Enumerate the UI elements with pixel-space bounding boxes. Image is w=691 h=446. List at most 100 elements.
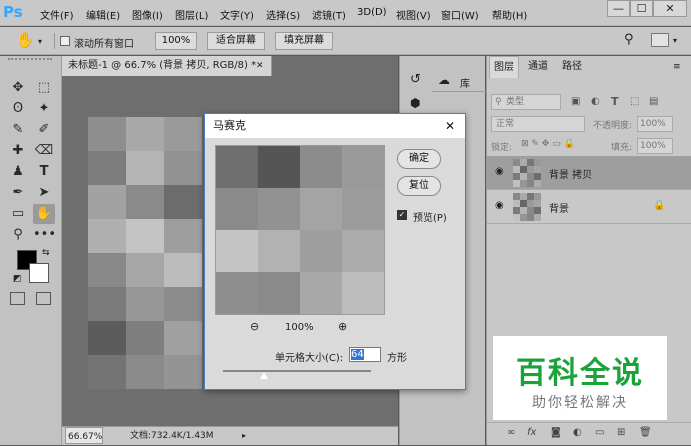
fill-screen-button[interactable]: 填充屏幕 <box>275 32 333 50</box>
pen-tool-icon[interactable]: ✒ <box>7 183 29 203</box>
eye-icon[interactable]: ◉ <box>495 166 504 177</box>
hand-tool-icon[interactable]: ✋ <box>16 31 35 49</box>
quick-mask-icon[interactable] <box>10 292 25 305</box>
cell-size-slider-track[interactable] <box>223 370 371 372</box>
thumbnail-block <box>527 166 534 173</box>
new-group-icon[interactable]: ▭ <box>595 427 604 438</box>
tab-channels[interactable]: 通道 <box>523 56 553 78</box>
thumbnail-block <box>513 207 520 214</box>
screen-mode-icon[interactable] <box>36 292 51 305</box>
mosaic-block <box>126 287 164 321</box>
cell-size-slider-thumb[interactable] <box>260 372 268 379</box>
rectangle-tool-icon[interactable]: ▭ <box>7 204 29 224</box>
status-bar: 66.67% 文档:732.4K/1.43M ▸ <box>62 426 398 445</box>
fx-icon[interactable]: fx <box>527 427 536 438</box>
filter-preview[interactable] <box>215 145 385 315</box>
more-tools-icon[interactable]: ••• <box>33 225 56 245</box>
mosaic-block <box>216 188 258 230</box>
zoom-in-icon[interactable]: ⊕ <box>338 320 347 333</box>
chevron-right-icon[interactable]: ▸ <box>242 427 246 445</box>
layer-row[interactable]: ◉ 背景 拷贝 <box>487 156 691 190</box>
chevron-down-icon[interactable]: ▾ <box>673 36 677 45</box>
menu-view[interactable]: 视图(V) <box>396 7 431 22</box>
magic-wand-icon[interactable]: ✦ <box>33 99 55 119</box>
tab-paths[interactable]: 路径 <box>557 56 587 78</box>
history-icon[interactable]: ↺ <box>410 72 421 87</box>
shape-filter-icon[interactable]: ⬚ <box>630 96 639 107</box>
eyedropper-icon[interactable]: ✎ <box>7 120 29 140</box>
hand-tool-icon[interactable]: ✋ <box>33 204 55 224</box>
background-color-swatch[interactable] <box>29 263 49 283</box>
lasso-tool-icon[interactable]: ʘ <box>7 99 29 119</box>
marquee-tool-icon[interactable]: ⬚ <box>33 78 55 98</box>
restore-button[interactable]: ☐ <box>630 0 653 17</box>
search-icon[interactable]: ⚲ <box>624 32 634 47</box>
fill-field[interactable]: 100% <box>637 138 673 154</box>
document-tab[interactable]: 未标题-1 @ 66.7% (背景 拷贝, RGB/8) * ✕ <box>62 56 272 76</box>
eraser-tool-icon[interactable]: ⌫ <box>33 141 55 161</box>
zoom-out-icon[interactable]: ⊖ <box>250 320 259 333</box>
panel-menu-icon[interactable]: ≡ <box>673 62 681 72</box>
layer-row[interactable]: ◉ 背景 🔒 <box>487 190 691 224</box>
menu-select[interactable]: 选择(S) <box>266 7 300 22</box>
zoom-level-field[interactable]: 66.67% <box>65 427 103 444</box>
3d-panel-icon[interactable]: ⬢ <box>410 96 420 110</box>
menu-type[interactable]: 文字(Y) <box>220 7 254 22</box>
preview-checkbox[interactable]: ✓ <box>397 210 407 220</box>
adjustment-filter-icon[interactable]: ◐ <box>591 96 600 107</box>
menu-file[interactable]: 文件(F) <box>40 7 74 22</box>
move-tool-icon[interactable]: ✥ <box>7 78 29 98</box>
brush-tool-icon[interactable]: ✐ <box>33 120 55 140</box>
clone-stamp-icon[interactable]: ♟ <box>7 162 29 182</box>
eye-icon[interactable]: ◉ <box>495 200 504 211</box>
minimize-button[interactable]: — <box>607 0 630 17</box>
link-layers-icon[interactable]: ∞ <box>507 427 515 438</box>
default-colors-icon[interactable]: ◩ <box>13 274 22 284</box>
mosaic-block <box>258 146 300 188</box>
path-select-icon[interactable]: ➤ <box>33 183 55 203</box>
workspace-icon[interactable] <box>651 33 669 47</box>
layer-name[interactable]: 背景 <box>549 200 569 215</box>
ok-button[interactable]: 确定 <box>397 149 441 169</box>
chevron-down-icon[interactable]: ▾ <box>38 37 42 46</box>
library-tab[interactable]: ☁ 库 <box>432 70 486 92</box>
menu-help[interactable]: 帮助(H) <box>492 7 527 22</box>
kind-filter-select[interactable]: ⚲ 类型 <box>491 94 561 110</box>
scroll-all-checkbox[interactable] <box>60 36 70 46</box>
new-layer-icon[interactable]: ⊞ <box>617 427 625 438</box>
pixel-filter-icon[interactable]: ▣ <box>571 96 580 107</box>
fit-screen-button[interactable]: 适合屏幕 <box>207 32 265 50</box>
zoom-tool-icon[interactable]: ⚲ <box>7 225 29 245</box>
preview-label: 预览(P) <box>413 213 447 224</box>
type-filter-icon[interactable]: T <box>611 95 619 108</box>
adjustment-layer-icon[interactable]: ◐ <box>573 427 582 438</box>
opacity-field[interactable]: 100% <box>637 116 673 132</box>
layer-name[interactable]: 背景 拷贝 <box>549 166 592 181</box>
menu-image[interactable]: 图像(I) <box>132 7 163 22</box>
menu-window[interactable]: 窗口(W) <box>441 7 479 22</box>
smart-object-filter-icon[interactable]: ▤ <box>649 96 658 107</box>
tab-layers[interactable]: 图层 <box>489 56 519 78</box>
zoom-100-button[interactable]: 100% <box>155 32 197 50</box>
document-canvas[interactable] <box>88 117 202 389</box>
blend-mode-select[interactable]: 正常 <box>491 116 585 132</box>
close-window-button[interactable]: ✕ <box>653 0 687 17</box>
swap-colors-icon[interactable]: ⇆ <box>42 248 50 258</box>
mask-icon[interactable]: ◙ <box>551 427 561 438</box>
toolbox-grip[interactable] <box>8 58 52 64</box>
trash-icon[interactable]: 🗑 <box>639 427 652 438</box>
cell-size-field[interactable]: 64 <box>349 347 381 362</box>
menu-3d[interactable]: 3D(D) <box>357 7 387 18</box>
menu-layer[interactable]: 图层(L) <box>175 7 208 22</box>
thumbnail-block <box>527 214 534 221</box>
menu-edit[interactable]: 编辑(E) <box>86 7 120 22</box>
healing-brush-icon[interactable]: ✚ <box>7 141 29 161</box>
type-tool-icon[interactable]: T <box>33 162 55 182</box>
menu-filter[interactable]: 滤镜(T) <box>312 7 346 22</box>
dialog-title-bar[interactable]: 马赛克 ✕ <box>205 114 465 138</box>
close-icon[interactable]: ✕ <box>445 114 455 138</box>
close-tab-icon[interactable]: ✕ <box>256 56 264 76</box>
document-info[interactable]: 文档:732.4K/1.43M <box>130 427 214 445</box>
reset-button[interactable]: 复位 <box>397 176 441 196</box>
lock-pixels-icon[interactable]: ⊠ ✎ ✥ ▭ 🔒 <box>521 139 575 149</box>
